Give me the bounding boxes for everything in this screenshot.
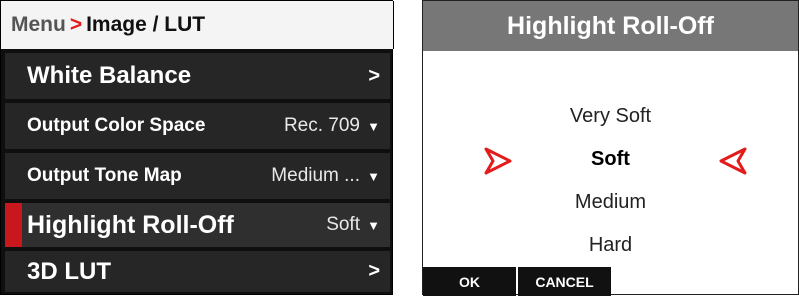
chevron-right-icon: > (368, 260, 380, 282)
option-very-soft[interactable]: Very Soft (423, 105, 798, 128)
chevron-down-icon: ▼ (367, 217, 380, 233)
menu-item-3d-lut[interactable]: 3D LUT > (5, 251, 390, 292)
menu-item-value: Soft (326, 214, 360, 235)
menu-item-value: Medium ... (271, 165, 360, 186)
menu-item-label: 3D LUT (27, 257, 111, 285)
menu-item-value: Rec. 709 (283, 115, 360, 136)
breadcrumb-root[interactable]: Menu (11, 13, 66, 37)
option-medium[interactable]: Medium (423, 191, 798, 214)
menu-panel: Menu > Image / LUT White Balance > Outpu… (0, 0, 394, 295)
ok-button[interactable]: OK (423, 267, 516, 296)
highlight-roll-off-dialog: Highlight Roll-Off Very Soft Soft Medium… (422, 0, 799, 296)
menu-item-label: Output Tone Map (27, 165, 182, 186)
menu-item-output-tone-map[interactable]: Output Tone Map Medium ... ▼ (5, 153, 390, 199)
menu-item-label: White Balance (27, 62, 192, 89)
chevron-down-icon: ▼ (367, 118, 380, 134)
chevron-down-icon: ▼ (367, 168, 380, 184)
selection-arrow-right-icon (484, 147, 512, 175)
menu-item-label: Highlight Roll-Off (27, 210, 234, 239)
dialog-title: Highlight Roll-Off (423, 1, 798, 51)
cancel-button[interactable]: CANCEL (518, 267, 611, 296)
breadcrumb-current: Image / LUT (86, 13, 206, 36)
menu-item-label: Output Color Space (27, 115, 206, 136)
selection-indicator (5, 203, 22, 247)
option-hard[interactable]: Hard (423, 234, 798, 257)
chevron-right-icon: > (368, 64, 380, 87)
menu-item-highlight-roll-off[interactable]: Highlight Roll-Off Soft ▼ (5, 203, 390, 247)
menu-item-output-color-space[interactable]: Output Color Space Rec. 709 ▼ (5, 103, 390, 149)
menu-item-white-balance[interactable]: White Balance > (5, 53, 390, 99)
breadcrumb-separator-icon: > (69, 13, 83, 36)
breadcrumb: Menu > Image / LUT (1, 1, 394, 49)
selection-arrow-left-icon (719, 147, 747, 175)
